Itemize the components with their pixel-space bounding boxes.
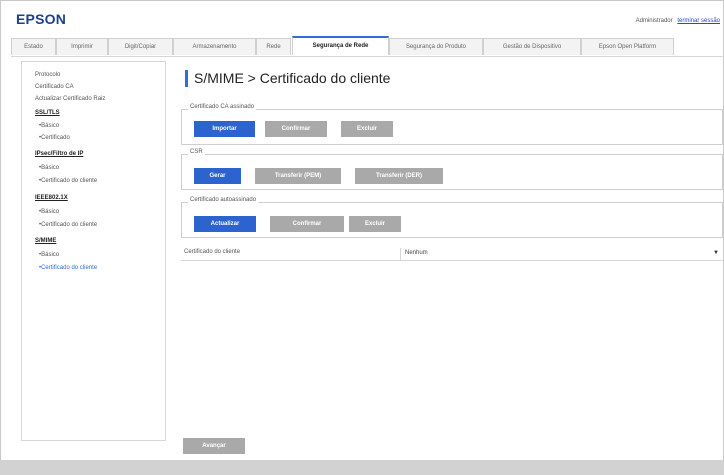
sidebar-item-certificado-ca[interactable]: Certificado CA [35, 84, 74, 90]
confirm-ca-button[interactable]: Confirmar [265, 121, 327, 137]
import-button[interactable]: Importar [194, 121, 255, 137]
main-tabs: Estado Imprimir Digit/Copiar Armazenamen… [11, 36, 724, 57]
tab-armazenamento[interactable]: Armazenamento [173, 38, 256, 55]
footer-band [0, 460, 724, 475]
client-certificate-row: Certificado do cliente Nenhum ▼ [181, 248, 723, 261]
update-button[interactable]: Actualizar [194, 216, 256, 232]
delete-ca-button[interactable]: Excluir [341, 121, 393, 137]
sidebar-item-ieee-certificado-cliente[interactable]: •Certificado do cliente [39, 222, 97, 228]
self-signed-legend: Certificado autoassinado [188, 197, 259, 203]
tab-digit-copiar[interactable]: Digit/Copiar [108, 38, 173, 55]
sidebar-item-ieee8021x[interactable]: IEEE802.1X [35, 195, 68, 201]
epson-logo: EPSON [16, 11, 67, 27]
sidebar-item-ssl-tls[interactable]: SSL/TLS [35, 110, 60, 116]
delete-self-button[interactable]: Excluir [349, 216, 401, 232]
sidebar-item-smime-certificado-cliente[interactable]: •Certificado do cliente [39, 265, 97, 271]
tab-rede[interactable]: Rede [256, 38, 291, 55]
logout-link[interactable]: terminar sessão [677, 18, 720, 24]
tab-epson-open-platform[interactable]: Epson Open Platform [581, 38, 674, 55]
ca-signed-section: Certificado CA assinado Importar Confirm… [181, 104, 723, 145]
tab-imprimir[interactable]: Imprimir [56, 38, 108, 55]
sidebar-item-ssl-certificado[interactable]: •Certificado [39, 135, 70, 141]
sidebar-item-smime[interactable]: S/MIME [35, 238, 56, 244]
transfer-der-button[interactable]: Transferir (DER) [355, 168, 443, 184]
sidebar-item-actualizar-certificado-raiz[interactable]: Actualizar Certificado Raiz [35, 96, 105, 102]
sidebar-item-protocolo[interactable]: Protocolo [35, 72, 60, 78]
client-certificate-label: Certificado do cliente [184, 249, 241, 255]
client-certificate-select[interactable]: Nenhum ▼ [400, 248, 722, 260]
admin-area: Administrador terminar sessão [636, 18, 720, 24]
tab-seguranca-do-produto[interactable]: Segurança do Produto [389, 38, 483, 55]
tab-seguranca-de-rede[interactable]: Segurança de Rede [292, 36, 389, 55]
tab-gestao-de-dispositivo[interactable]: Gestão de Dispositivo [483, 38, 581, 55]
self-signed-section: Certificado autoassinado Actualizar Conf… [181, 197, 723, 238]
sidebar-item-smime-basico[interactable]: •Básico [39, 252, 59, 258]
sidebar-item-ipsec[interactable]: IPsec/Filtro de IP [35, 151, 83, 157]
transfer-pem-button[interactable]: Transferir (PEM) [255, 168, 341, 184]
dropdown-caret-icon: ▼ [713, 250, 719, 256]
sidebar-item-ieee-basico[interactable]: •Básico [39, 209, 59, 215]
sidebar-item-ipsec-certificado-cliente[interactable]: •Certificado do cliente [39, 178, 97, 184]
generate-button[interactable]: Gerar [194, 168, 241, 184]
ca-signed-legend: Certificado CA assinado [188, 104, 257, 110]
next-button[interactable]: Avançar [183, 438, 245, 454]
client-certificate-value: Nenhum [405, 250, 428, 256]
confirm-self-button[interactable]: Confirmar [270, 216, 344, 232]
csr-section: CSR Gerar Transferir (PEM) Transferir (D… [181, 149, 723, 190]
sidebar-item-ipsec-basico[interactable]: •Básico [39, 165, 59, 171]
page-title-text: S/MIME > Certificado do cliente [194, 70, 391, 86]
sidebar-item-ssl-basico[interactable]: •Básico [39, 123, 59, 129]
sidebar: Protocolo Certificado CA Actualizar Cert… [21, 61, 166, 441]
page-title: S/MIME > Certificado do cliente [185, 70, 390, 86]
csr-legend: CSR [188, 149, 205, 155]
tab-estado[interactable]: Estado [11, 38, 56, 55]
admin-label: Administrador [635, 18, 673, 24]
